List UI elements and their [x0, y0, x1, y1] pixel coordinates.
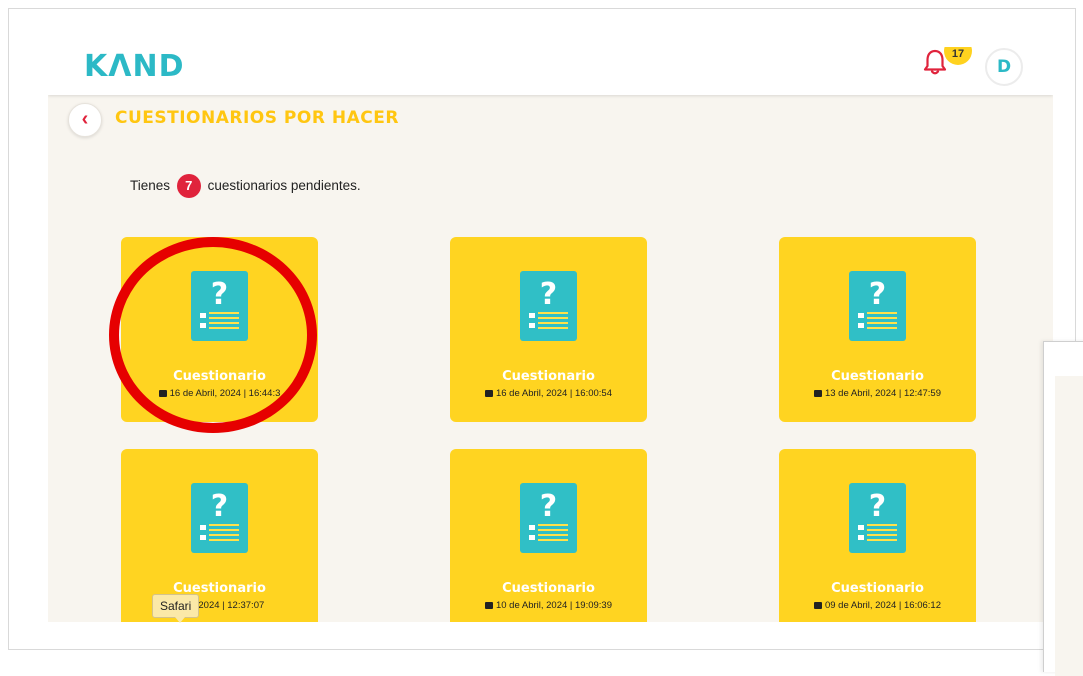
- card-date: ril, 2024 | 12:37:07: [121, 600, 318, 611]
- svg-text:?: ?: [540, 489, 557, 524]
- card-date: 09 de Abril, 2024 | 16:06:12: [779, 600, 976, 611]
- summary-prefix: Tienes: [130, 178, 171, 193]
- card-title: Cuestionario: [173, 369, 266, 384]
- pending-count-badge: 7: [176, 174, 201, 199]
- summary-suffix: cuestionarios pendientes.: [207, 178, 361, 193]
- card-title: Cuestionario: [831, 369, 924, 384]
- card-date: 16 de Abril, 2024 | 16:44:3: [121, 388, 318, 399]
- svg-text:?: ?: [211, 277, 228, 312]
- card-date-text: 09 de Abril, 2024 | 16:06:12: [824, 600, 942, 611]
- card-date-text: 16 de Abril, 2024 | 16:44:3: [169, 388, 281, 399]
- questionnaire-card[interactable]: ? Cuestionario 16 de Abril, 2024 | 16:44:3: [121, 237, 318, 422]
- safari-tooltip: Safari: [152, 594, 200, 623]
- svg-text:?: ?: [211, 489, 228, 524]
- svg-text:?: ?: [869, 489, 886, 524]
- calendar-icon: [484, 602, 493, 609]
- card-date-text: 13 de Abril, 2024 | 12:47:59: [824, 388, 942, 399]
- card-date: 13 de Abril, 2024 | 12:47:59: [779, 388, 976, 399]
- card-title: Cuestionario: [831, 581, 924, 596]
- card-date: 10 de Abril, 2024 | 19:09:39: [450, 600, 647, 611]
- questionnaire-document-icon: ?: [520, 483, 577, 553]
- questionnaire-document-icon: ?: [191, 483, 248, 553]
- questionnaire-card[interactable]: ? Cuestionario 09 de Abril, 2024 | 16:06:1…: [779, 449, 976, 622]
- svg-text:?: ?: [869, 277, 886, 312]
- user-avatar[interactable]: D: [985, 48, 1023, 86]
- side-panel: [1043, 341, 1083, 676]
- card-title: Cuestionario: [173, 581, 266, 596]
- questionnaire-card[interactable]: ? Cuestionario 10 de Abril, 2024 | 19:09:3…: [450, 449, 647, 622]
- card-title: Cuestionario: [502, 581, 595, 596]
- card-date-text: 16 de Abril, 2024 | 16:00:54: [495, 388, 613, 399]
- questionnaire-document-icon: ?: [520, 271, 577, 341]
- calendar-icon: [158, 390, 167, 397]
- page-title: CUESTIONARIOS POR HACER: [115, 108, 399, 128]
- questionnaire-document-icon: ?: [849, 271, 906, 341]
- card-title: Cuestionario: [502, 369, 595, 384]
- questionnaire-card[interactable]: ? Cuestionario ril, 2024 | 12:37:07: [121, 449, 318, 622]
- calendar-icon: [484, 390, 493, 397]
- pending-summary: Tienes 7 cuestionarios pendientes.: [130, 173, 361, 199]
- questionnaire-card[interactable]: ? Cuestionario 13 de Abril, 2024 | 12:47:5…: [779, 237, 976, 422]
- questionnaire-document-icon: ?: [191, 271, 248, 341]
- card-date-text: 10 de Abril, 2024 | 19:09:39: [495, 600, 613, 611]
- questionnaire-card[interactable]: ? Cuestionario 16 de Abril, 2024 | 16:00:5…: [450, 237, 647, 422]
- svg-text:?: ?: [540, 277, 557, 312]
- brand-logo[interactable]: KɅND: [84, 49, 184, 85]
- back-button[interactable]: ‹: [68, 103, 102, 137]
- app-viewport: KɅND 17 D ‹ CUESTIONARIOS POR HACER Tien…: [48, 47, 1053, 622]
- questionnaire-document-icon: ?: [849, 483, 906, 553]
- top-bar: KɅND 17 D: [48, 47, 1053, 95]
- calendar-icon: [813, 390, 822, 397]
- card-date: 16 de Abril, 2024 | 16:00:54: [450, 388, 647, 399]
- calendar-icon: [813, 602, 822, 609]
